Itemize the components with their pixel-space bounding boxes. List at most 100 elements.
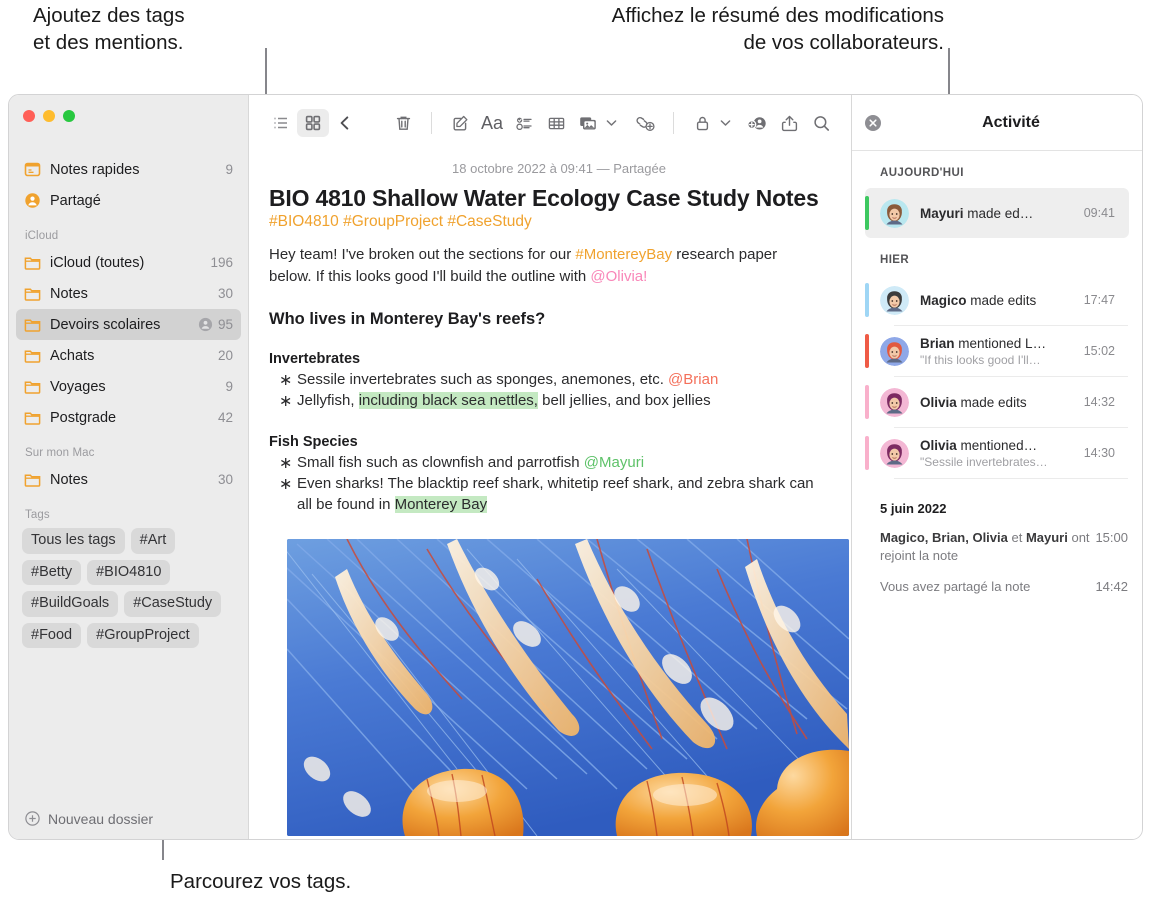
mention-mayuri[interactable]: @Mayuri: [584, 454, 644, 471]
activity-accent-bar: [865, 334, 869, 368]
activity-older-text: Magico, Brian, Olivia et Mayuri ont rejo…: [880, 530, 1090, 563]
new-folder-button[interactable]: Nouveau dossier: [9, 797, 248, 839]
activity-time: 14:30: [1083, 446, 1115, 460]
folder-icon: [24, 317, 41, 332]
note-subheading-fish: Fish Species: [269, 433, 358, 450]
sidebar-scroll[interactable]: Notes rapides 9 Partagé iCloud iCloud (t…: [9, 140, 248, 797]
compose-note-icon[interactable]: [444, 109, 476, 137]
maximize-window-button[interactable]: [63, 110, 75, 122]
gallery-view-icon[interactable]: [297, 109, 329, 137]
toolbar: Aa: [249, 95, 851, 151]
tag-chip[interactable]: #Art: [130, 528, 176, 554]
activity-item[interactable]: Magico made edits 17:47: [865, 275, 1129, 325]
sidebar-item-postgrade[interactable]: Postgrade 42: [16, 402, 241, 433]
sidebar-item-devoirs-scolaires[interactable]: Devoirs scolaires 95: [16, 309, 241, 340]
jellyfish-photo[interactable]: [287, 539, 849, 837]
mention-brian[interactable]: @Brian: [668, 371, 718, 388]
sidebar-item-voyages[interactable]: Voyages 9: [16, 371, 241, 402]
sidebar-item-meta: 42: [218, 410, 233, 425]
activity-author: Mayuri: [920, 205, 964, 221]
sidebar-item-notes[interactable]: Notes 30: [16, 278, 241, 309]
checklist-icon[interactable]: [508, 109, 540, 137]
note-subheading-invertebrates: Invertebrates: [269, 350, 361, 367]
sidebar-item-label: Partagé: [50, 192, 101, 209]
delete-trash-icon[interactable]: [387, 109, 419, 137]
note-intro-paragraph: Hey team! I've broken out the sections f…: [269, 231, 814, 288]
sidebar-item-label: iCloud (toutes): [50, 254, 145, 271]
activity-item[interactable]: Olivia mentioned… "Sessile invertebrates……: [865, 428, 1129, 478]
note-body[interactable]: 18 octobre 2022 à 09:41 — Partagée BIO 4…: [249, 151, 851, 839]
notes-window: Notes rapides 9 Partagé iCloud iCloud (t…: [8, 94, 1143, 840]
activity-action: made edits: [956, 394, 1027, 410]
table-icon[interactable]: [540, 109, 572, 137]
format-text-icon[interactable]: Aa: [476, 109, 508, 137]
tag-chip[interactable]: #Food: [22, 622, 82, 648]
callout-browse-tags: Parcourez vos tags.: [170, 870, 352, 893]
activity-time: 17:47: [1083, 293, 1115, 307]
activity-item[interactable]: Olivia made edits 14:32: [865, 377, 1129, 427]
avatar-illustration: [880, 336, 909, 366]
window-controls: [9, 95, 248, 140]
tag-chip[interactable]: #Betty: [22, 559, 82, 585]
search-icon[interactable]: [805, 109, 837, 137]
activity-quote: "Sessile invertebrates…: [920, 454, 1048, 469]
sidebar-item-meta: 30: [218, 286, 233, 301]
folder-icon: [24, 379, 41, 394]
sidebar-item-meta: 196: [210, 255, 233, 270]
activity-author: Magico: [920, 292, 967, 308]
sidebar-item-count: 9: [225, 162, 233, 177]
add-collaborator-icon[interactable]: [741, 109, 773, 137]
bullet-list-fish: Small fish such as clownfish and parrotf…: [269, 450, 829, 516]
media-attach-icon[interactable]: [572, 109, 604, 137]
activity-text: Magico made edits: [920, 293, 1078, 308]
activity-title: Activité: [982, 113, 1040, 131]
toolbar-divider-2: [673, 112, 674, 134]
folder-icon: [24, 472, 41, 487]
sidebar-item-count: 9: [225, 379, 233, 394]
mention-olivia[interactable]: @Olivia!: [590, 268, 647, 285]
tag-chip[interactable]: #BIO4810: [87, 559, 171, 585]
intro-text-1: Hey team! I've broken out the sections f…: [269, 246, 576, 264]
activity-text: Mayuri made ed…: [920, 206, 1078, 221]
folder-icon: [24, 410, 41, 425]
sidebar-item-count: 95: [217, 317, 233, 332]
sidebar-item-quick-notes[interactable]: Notes rapides 9: [16, 154, 241, 185]
note-tags-line: #BIO4810 #GroupProject #CaseStudy: [269, 213, 532, 231]
chevron-down-icon[interactable]: [606, 119, 617, 127]
link-add-icon[interactable]: [629, 109, 661, 137]
activity-action: mentioned…: [956, 437, 1038, 453]
activity-list[interactable]: AUJOURD'HUI Mayuri made ed… 09:41 HIER Mag…: [852, 151, 1142, 839]
sidebar-item-shared[interactable]: Partagé: [16, 185, 241, 216]
sidebar-item-notes[interactable]: Notes 30: [16, 464, 241, 495]
close-window-button[interactable]: [23, 110, 35, 122]
tag-chip[interactable]: Tous les tags: [22, 528, 125, 554]
tag-chip[interactable]: #GroupProject: [87, 622, 199, 648]
inline-tag-montereybay[interactable]: #MontereyBay: [575, 246, 672, 263]
lock-icon[interactable]: [686, 109, 718, 137]
sidebar-section-title: Sur mon Mac: [25, 447, 95, 459]
tag-chip[interactable]: #BuildGoals: [22, 591, 119, 617]
activity-item[interactable]: Brian mentioned L… "If this looks good I'…: [865, 326, 1129, 376]
bullet-text: Small fish such as clownfish and parrotf…: [297, 453, 584, 471]
activity-older-time: 15:00: [1095, 530, 1128, 545]
list-view-icon[interactable]: [265, 109, 297, 137]
activity-accent-bar: [865, 385, 869, 419]
avatar: [880, 285, 909, 315]
media-attach-button[interactable]: [572, 109, 617, 137]
activity-header: Activité: [852, 95, 1142, 151]
sidebar-item-icloud-toutes[interactable]: iCloud (toutes) 196: [16, 247, 241, 278]
tag-chip[interactable]: #CaseStudy: [124, 591, 222, 617]
sidebar-item-count: 30: [217, 472, 233, 487]
plus-circle-icon: [25, 811, 40, 826]
activity-older-row: Vous avez partagé la note 14:42: [852, 571, 1142, 603]
sidebar-item-achats[interactable]: Achats 20: [16, 340, 241, 371]
jellyfish-illustration: [287, 539, 849, 837]
minimize-window-button[interactable]: [43, 110, 55, 122]
share-icon[interactable]: [773, 109, 805, 137]
highlighted-text: Monterey Bay: [394, 496, 488, 514]
lock-button[interactable]: [686, 109, 731, 137]
activity-item[interactable]: Mayuri made ed… 09:41: [865, 188, 1129, 238]
chevron-down-icon[interactable]: [720, 119, 731, 127]
note-heading: Who lives in Monterey Bay's reefs?: [269, 309, 546, 328]
back-chevron-icon[interactable]: [329, 109, 361, 137]
